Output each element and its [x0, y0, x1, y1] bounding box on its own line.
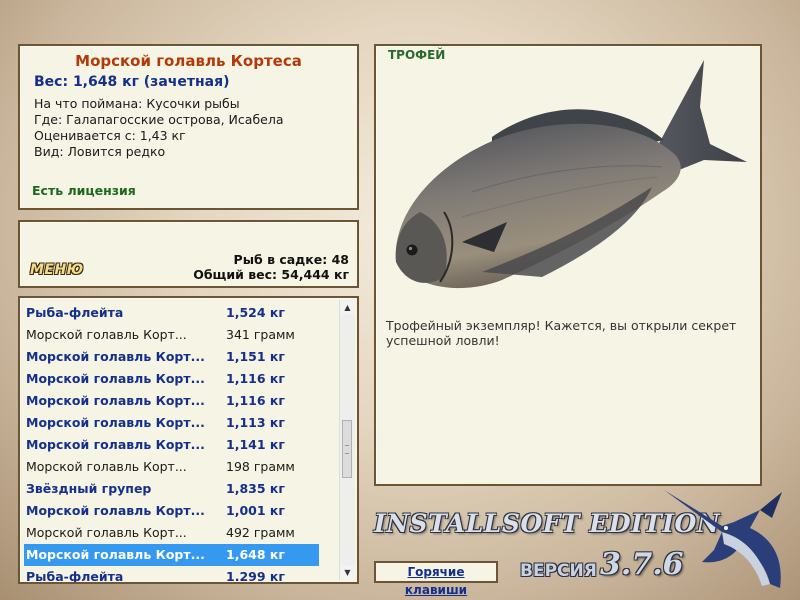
- catch-item-weight: 492 грамм: [226, 525, 295, 540]
- fish-weight: Вес: 1,648 кг (зачетная): [34, 74, 230, 90]
- catch-item-name: Морской голавль Корт...: [26, 415, 205, 430]
- catch-list-item[interactable]: Рыба-флейта 1,524 кг: [24, 302, 319, 324]
- catch-item-name: Морской голавль Корт...: [26, 371, 205, 386]
- list-scrollbar[interactable]: ▲ ▼: [339, 300, 355, 580]
- catch-item-weight: 1.299 кг: [226, 569, 285, 584]
- catch-item-weight: 1,116 кг: [226, 371, 285, 386]
- catch-list-item[interactable]: Морской голавль Корт... 1,116 кг: [24, 368, 319, 390]
- scroll-down-icon[interactable]: ▼: [340, 565, 355, 580]
- catch-list-item[interactable]: Морской голавль Корт... 1,648 кг: [24, 544, 319, 566]
- fish-info-panel: Морской голавль Кортеса Вес: 1,648 кг (з…: [18, 44, 359, 210]
- valued-info: Оценивается с: 1,43 кг: [34, 128, 186, 143]
- catch-item-name: Морской голавль Корт...: [26, 459, 187, 474]
- catch-item-weight: 198 грамм: [226, 459, 295, 474]
- version-label: ВЕРСИЯ: [520, 561, 597, 581]
- trophy-panel: ТРОФЕЙ Трофейный экземпляр! Кажется, вы …: [374, 44, 762, 486]
- catch-list-item[interactable]: Морской голавль Корт... 1,113 кг: [24, 412, 319, 434]
- hotkeys-button[interactable]: Горячие клавиши: [374, 561, 498, 597]
- catch-item-name: Морской голавль Корт...: [26, 437, 205, 452]
- catch-item-weight: 1,151 кг: [226, 349, 285, 364]
- catch-list-item[interactable]: Морской голавль Корт... 1,001 кг: [24, 500, 319, 522]
- bait-info: На что поймана: Кусочки рыбы: [34, 96, 240, 111]
- catch-item-name: Морской голавль Корт...: [26, 503, 205, 518]
- catch-list[interactable]: Рыба-флейта 1,524 кг Морской голавль Корт.…: [18, 296, 359, 584]
- catch-item-weight: 1,116 кг: [226, 393, 285, 408]
- catch-list-item[interactable]: Морской голавль Корт... 341 грамм: [24, 324, 319, 346]
- trophy-message: Трофейный экземпляр! Кажется, вы открыли…: [386, 318, 737, 348]
- catch-item-name: Морской голавль Корт...: [26, 349, 205, 364]
- catch-item-weight: 341 грамм: [226, 327, 295, 342]
- catch-item-name: Морской голавль Корт...: [26, 547, 205, 562]
- menu-panel: МЕНЮ Рыб в садке: 48 Общий вес: 54,444 к…: [18, 220, 359, 288]
- catch-list-item[interactable]: Морской голавль Корт... 1,141 кг: [24, 434, 319, 456]
- catch-item-name: Рыба-флейта: [26, 305, 124, 320]
- license-status: Есть лицензия: [32, 183, 136, 198]
- catch-list-item[interactable]: Морской голавль Корт... 1,151 кг: [24, 346, 319, 368]
- catch-item-name: Рыба-флейта: [26, 569, 124, 584]
- marlin-logo: [664, 490, 782, 588]
- catch-item-name: Звёздный групер: [26, 481, 152, 496]
- catch-item-weight: 1,648 кг: [226, 547, 285, 562]
- catch-item-weight: 1,141 кг: [226, 437, 285, 452]
- keepnet-total-weight: Общий вес: 54,444 кг: [193, 267, 349, 282]
- catch-list-rows: Рыба-флейта 1,524 кг Морской голавль Корт.…: [24, 302, 357, 584]
- catch-item-name: Морской голавль Корт...: [26, 525, 187, 540]
- catch-item-name: Морской голавль Корт...: [26, 393, 205, 408]
- fish-image: [395, 60, 747, 289]
- catch-item-weight: 1,524 кг: [226, 305, 285, 320]
- trophy-tag: ТРОФЕЙ: [388, 48, 446, 62]
- catch-item-name: Морской голавль Корт...: [26, 327, 187, 342]
- catch-list-item[interactable]: Звёздный групер 1,835 кг: [24, 478, 319, 500]
- catch-list-item[interactable]: Рыба-флейта 1.299 кг: [24, 566, 319, 584]
- scroll-up-icon[interactable]: ▲: [340, 300, 355, 315]
- scroll-thumb[interactable]: [342, 420, 352, 478]
- catch-list-item[interactable]: Морской голавль Корт... 198 грамм: [24, 456, 319, 478]
- catch-item-weight: 1,835 кг: [226, 481, 285, 496]
- fish-title: Морской голавль Кортеса: [75, 52, 302, 70]
- catch-list-item[interactable]: Морской голавль Корт... 492 грамм: [24, 522, 319, 544]
- catch-item-weight: 1,113 кг: [226, 415, 285, 430]
- rarity-info: Вид: Ловится редко: [34, 144, 166, 159]
- menu-button[interactable]: МЕНЮ: [30, 262, 84, 278]
- location-info: Где: Галапагосские острова, Исабела: [34, 112, 284, 127]
- catch-list-item[interactable]: Морской голавль Корт... 1,116 кг: [24, 390, 319, 412]
- keepnet-count: Рыб в садке: 48: [233, 252, 349, 267]
- catch-item-weight: 1,001 кг: [226, 503, 285, 518]
